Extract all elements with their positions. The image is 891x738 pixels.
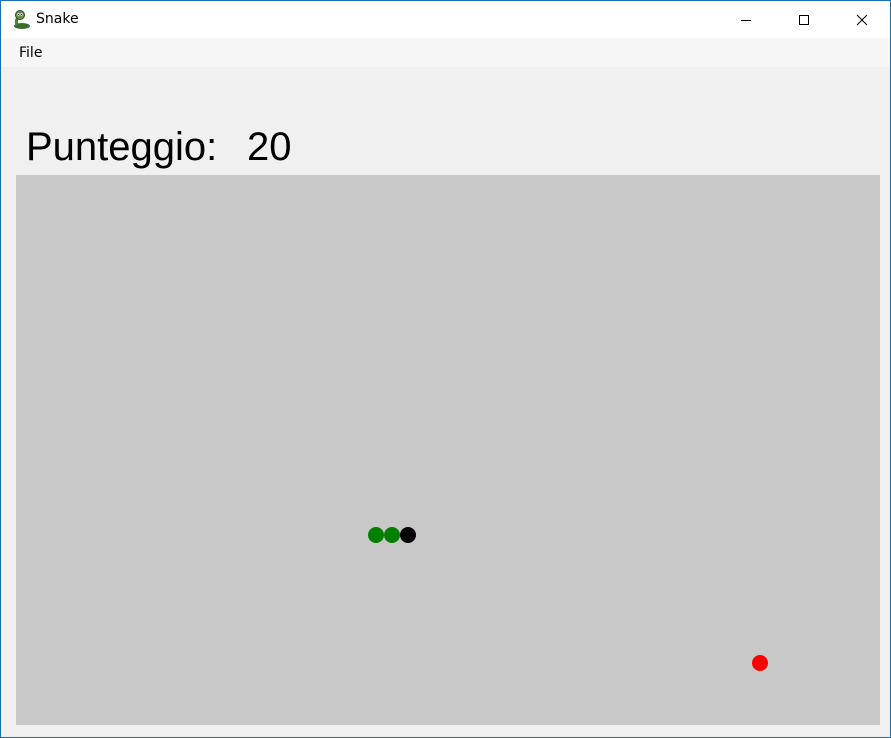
- maximize-icon: [799, 14, 809, 25]
- snake-app-icon: [14, 10, 30, 29]
- score-value: 20: [247, 125, 292, 169]
- snake-body-segment: [384, 527, 400, 543]
- snake-head: [400, 527, 416, 543]
- snake-window: Snake File Punteggio: 20: [0, 0, 891, 738]
- window-title: Snake: [36, 11, 79, 27]
- snake-body-segment: [368, 527, 384, 543]
- game-board[interactable]: [16, 175, 880, 725]
- menu-item-file[interactable]: File: [18, 45, 43, 61]
- maximize-button[interactable]: [775, 1, 833, 38]
- close-button[interactable]: [833, 1, 891, 38]
- score-label: Punteggio:: [26, 125, 218, 169]
- close-icon: [856, 14, 868, 25]
- food-apple: [752, 655, 768, 671]
- menu-bar: File: [1, 38, 890, 67]
- title-bar[interactable]: Snake: [1, 1, 890, 38]
- minimize-icon: [741, 19, 751, 21]
- minimize-button[interactable]: [717, 1, 775, 38]
